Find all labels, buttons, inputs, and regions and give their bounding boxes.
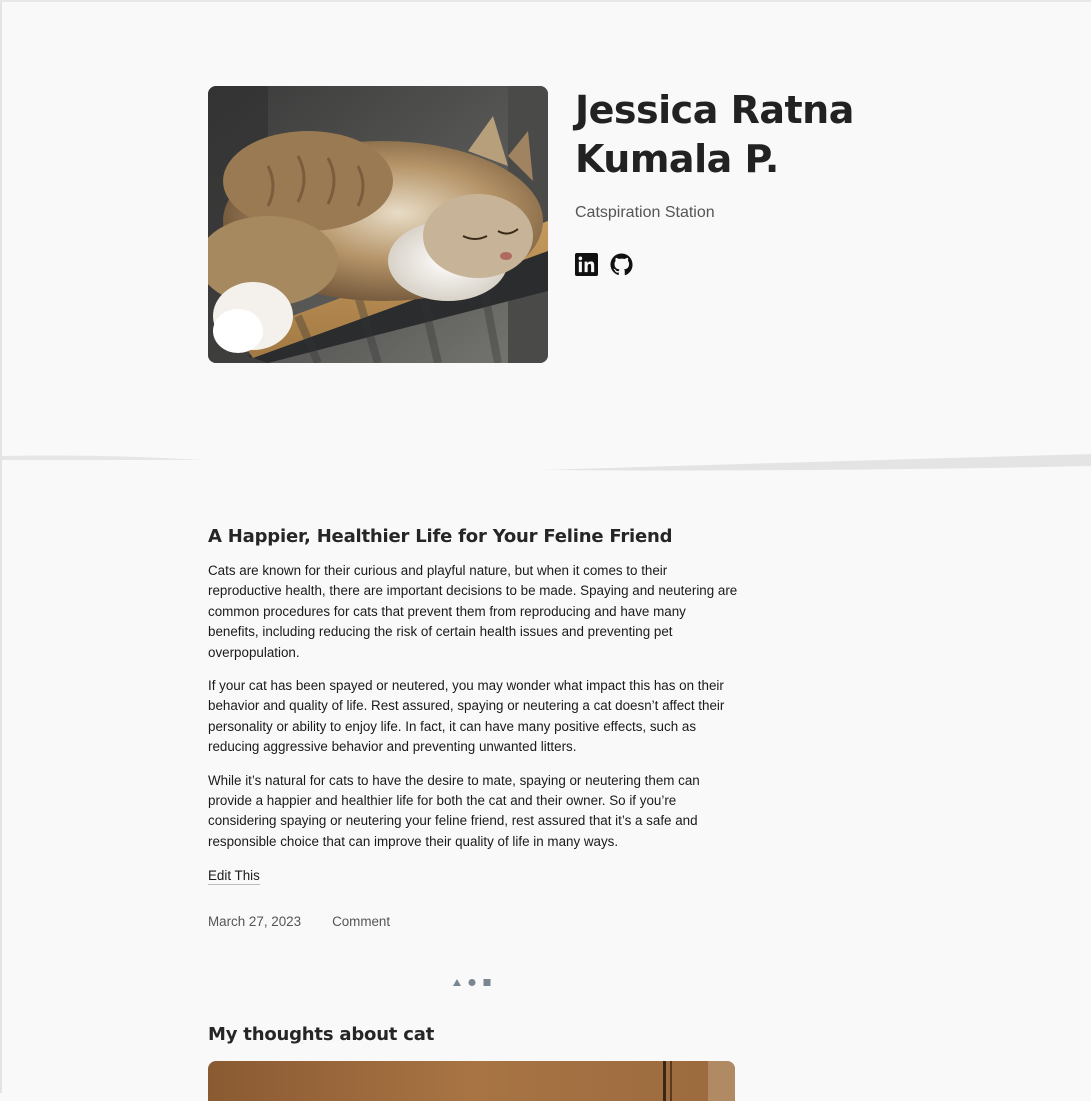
github-icon xyxy=(610,253,633,276)
next-post-image[interactable] xyxy=(208,1061,735,1101)
post-date[interactable]: March 27, 2023 xyxy=(208,914,301,929)
site-header: Jessica Ratna Kumala P. Catspiration Sta… xyxy=(208,86,908,376)
hero-cat-photo xyxy=(208,86,548,363)
post-paragraph: While it’s natural for cats to have the … xyxy=(208,772,700,849)
site-title[interactable]: Jessica Ratna Kumala P. xyxy=(575,86,905,184)
post-title[interactable]: A Happier, Healthier Life for Your Felin… xyxy=(208,526,738,547)
next-post-title[interactable]: My thoughts about cat xyxy=(208,1024,434,1045)
square-icon xyxy=(483,979,491,986)
triangle-icon xyxy=(453,979,461,986)
post-paragraph: Cats are known for their curious and pla… xyxy=(208,563,738,660)
wood-photo xyxy=(208,1061,735,1101)
github-link[interactable] xyxy=(610,253,633,276)
linkedin-link[interactable] xyxy=(575,253,598,276)
site-info: Jessica Ratna Kumala P. Catspiration Sta… xyxy=(575,86,905,276)
blog-post: A Happier, Healthier Life for Your Felin… xyxy=(208,526,738,929)
site-tagline: Catspiration Station xyxy=(575,204,715,221)
post-separator xyxy=(453,979,491,986)
linkedin-icon xyxy=(575,253,598,276)
social-links xyxy=(575,253,905,276)
comment-link[interactable]: Comment xyxy=(332,914,390,929)
sleeping-cat-image xyxy=(208,86,548,363)
wave-divider xyxy=(2,454,1091,471)
post-paragraph: If your cat has been spayed or neutered,… xyxy=(208,678,725,755)
edit-post-link[interactable]: Edit This xyxy=(208,868,260,886)
circle-icon xyxy=(468,979,476,986)
post-meta: March 27, 2023 Comment xyxy=(208,914,738,929)
